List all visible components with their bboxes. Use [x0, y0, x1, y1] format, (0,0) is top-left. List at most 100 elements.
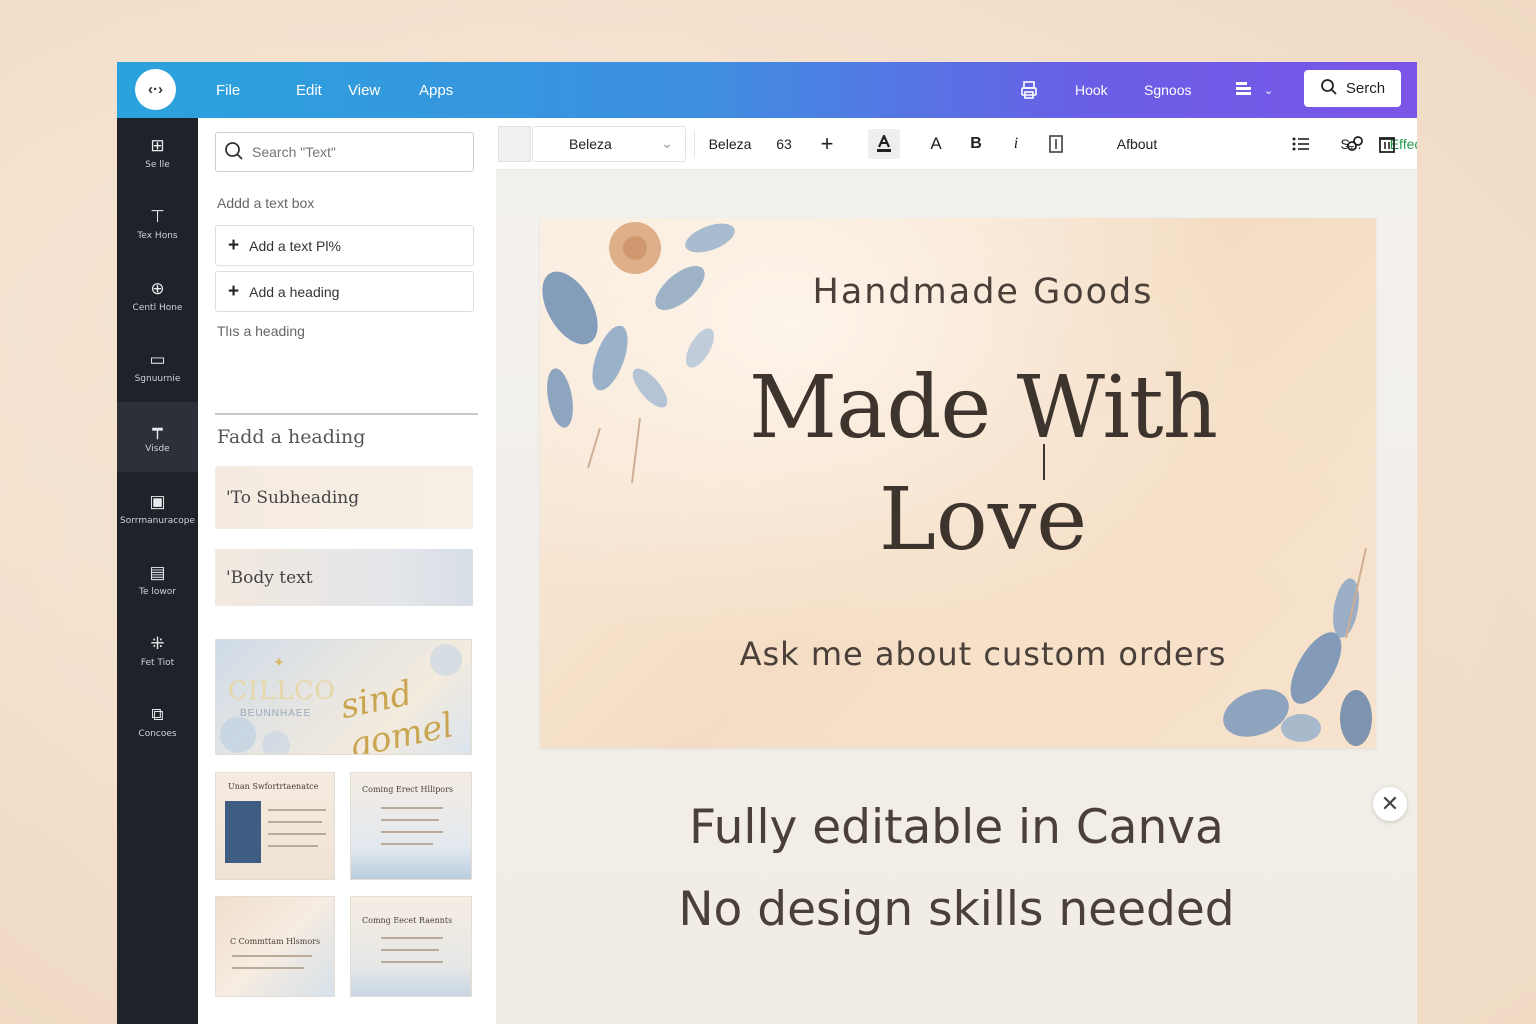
menu-edit[interactable]: Edit [296, 62, 322, 118]
font-name-label: Beleza [708, 136, 752, 152]
link-icon[interactable] [1343, 132, 1367, 156]
template-line [268, 821, 322, 823]
font-a-button[interactable]: A [921, 118, 951, 170]
back-forward-icon[interactable]: ‹·› [135, 69, 176, 110]
uppercase-icon[interactable] [1041, 118, 1071, 170]
template-thumb-1-title: Unan Swfortrtaenatce [228, 782, 319, 791]
template-line [381, 843, 433, 845]
plus-icon: + [228, 280, 240, 302]
add-heading-button[interactable]: + Add a heading [215, 271, 474, 312]
subheading-preset[interactable]: 'To Subheading [215, 466, 473, 529]
rail-item-8[interactable]: ⧉ Concoes [117, 687, 198, 757]
plus-icon: + [820, 131, 834, 156]
menu-edit-label[interactable]: Edit [296, 82, 322, 99]
svg-text:✦: ✦ [273, 655, 285, 671]
chevron-down-icon: ⌄ [1264, 84, 1274, 97]
card-sub-line[interactable]: Ask me about custom orders [540, 635, 1376, 673]
menu-file[interactable]: File [216, 62, 240, 118]
italic-button[interactable]: i [1001, 118, 1031, 170]
body-text-preset[interactable]: 'Body text [215, 549, 473, 606]
trash-icon[interactable] [1375, 132, 1399, 156]
font-dropdown[interactable]: Beleza ⌄ [532, 126, 686, 162]
template-thumb-1-image [225, 801, 261, 863]
afbout-label: Afbout [1116, 136, 1158, 152]
font-dropdown-value: Beleza [569, 136, 612, 152]
hook-button[interactable]: Hook [1075, 62, 1108, 118]
panel-search[interactable] [215, 132, 474, 172]
hook-label: Hook [1075, 82, 1108, 98]
rail-label-5: Sorrmanuracope [120, 516, 195, 526]
panel-divider [215, 413, 478, 415]
template-line [381, 807, 443, 809]
template-line [381, 937, 443, 939]
menu-apps-label[interactable]: Apps [419, 82, 453, 99]
rail-item-7[interactable]: ⁜ Fet Tiot [117, 616, 198, 686]
rail-label-8: Concoes [138, 729, 177, 739]
text-color-button[interactable] [867, 118, 901, 170]
font-a-icon: A [930, 134, 942, 153]
afbout-button[interactable]: Afbout [1080, 118, 1194, 170]
bold-icon: B [970, 135, 982, 152]
rail-item-4[interactable]: ┯ Visde [117, 402, 198, 472]
rail-label-1: Tex Hons [137, 231, 178, 241]
color-swatch[interactable] [498, 126, 531, 162]
search-icon [1320, 78, 1338, 100]
design-card[interactable]: Handmade Goods Made With Love Ask me abo… [540, 218, 1376, 748]
font-size-value: 63 [776, 136, 792, 152]
template-thumb-3[interactable]: C Commttam Hlsmors [215, 896, 335, 997]
template-thumb-1[interactable]: Unan Swfortrtaenatce [215, 772, 335, 880]
rail-item-0[interactable]: ⊞ Se lle [117, 118, 198, 188]
rail-item-3[interactable]: ▭ Sgnuurnie [117, 332, 198, 402]
rail-item-1[interactable]: ⊤ Tex Hons [117, 189, 198, 259]
stack-icon [1234, 79, 1254, 102]
template-line [381, 831, 443, 833]
print-icon[interactable] [1019, 62, 1039, 118]
canvas-area: Handmade Goods Made With Love Ask me abo… [496, 170, 1417, 1024]
panel-search-input[interactable] [252, 144, 452, 160]
template-line [232, 955, 312, 957]
bold-button[interactable]: B [961, 118, 991, 170]
editor-window: ‹·› File Edit View Apps Hook Sgnoos ⌄ Se… [117, 62, 1417, 1024]
font-name-button[interactable]: Beleza [702, 118, 758, 170]
text-panel: Addd a text box + Add a text Pl% + Add a… [198, 118, 496, 1024]
menu-view-label[interactable]: View [348, 82, 380, 99]
rail-item-5[interactable]: ▣ Sorrmanuracope [117, 474, 198, 544]
italic-icon: i [1013, 135, 1019, 152]
text-color-icon [868, 129, 900, 159]
search-button-label: Serch [1345, 80, 1386, 97]
template-thumb-4[interactable]: Comng Eecet Raennts [350, 896, 472, 997]
font-size-input[interactable]: 63 [764, 118, 804, 170]
template-banner-title: CILLCO [228, 676, 336, 705]
sgnoos-button[interactable]: Sgnoos [1144, 62, 1191, 118]
brush-icon: ┯ [152, 420, 163, 439]
template-thumb-2[interactable]: Coming Erect Hllipors [350, 772, 472, 880]
rail-item-6[interactable]: ▤ Te lowor [117, 545, 198, 615]
search-button[interactable]: Serch [1304, 70, 1401, 107]
card-main-line-1[interactable]: Made With [540, 358, 1376, 458]
shapes-icon: ⊕ [150, 279, 165, 298]
card-top-line[interactable]: Handmade Goods [540, 272, 1376, 312]
menu-apps[interactable]: Apps [419, 62, 453, 118]
add-text-box-label: Addd a text box [217, 195, 315, 211]
template-thumb-4-title: Comng Eecet Raennts [362, 916, 453, 925]
card-main-line-2[interactable]: Love [540, 470, 1376, 570]
template-line [381, 819, 439, 821]
increase-size-button[interactable]: + [810, 118, 844, 170]
add-text-button[interactable]: + Add a text Pl% [215, 225, 474, 266]
rail-label-6: Te lowor [139, 587, 176, 597]
template-banner-subtitle: BEUNNHAEE [240, 708, 312, 719]
menu-file-label[interactable]: File [216, 82, 240, 99]
body-text-preset-label: 'Body text [226, 567, 313, 588]
menu-view[interactable]: View [348, 62, 380, 118]
template-thumb-2-title: Coming Erect Hllipors [362, 785, 454, 794]
share-dropdown[interactable]: ⌄ [1234, 62, 1273, 118]
rail-item-2[interactable]: ⊕ Centl Hone [117, 261, 198, 331]
search-icon [224, 141, 244, 164]
add-heading-button-label: Add a heading [249, 283, 340, 300]
layers-icon: ⧉ [151, 705, 164, 724]
image-icon: ▣ [149, 492, 166, 511]
template-banner[interactable]: ✦ CILLCO BEUNNHAEE sind gomel [215, 639, 472, 755]
text-icon: ⊤ [150, 207, 165, 226]
list-icon[interactable] [1284, 118, 1318, 170]
fadd-heading-preset[interactable]: Fadd a heading [217, 426, 365, 448]
